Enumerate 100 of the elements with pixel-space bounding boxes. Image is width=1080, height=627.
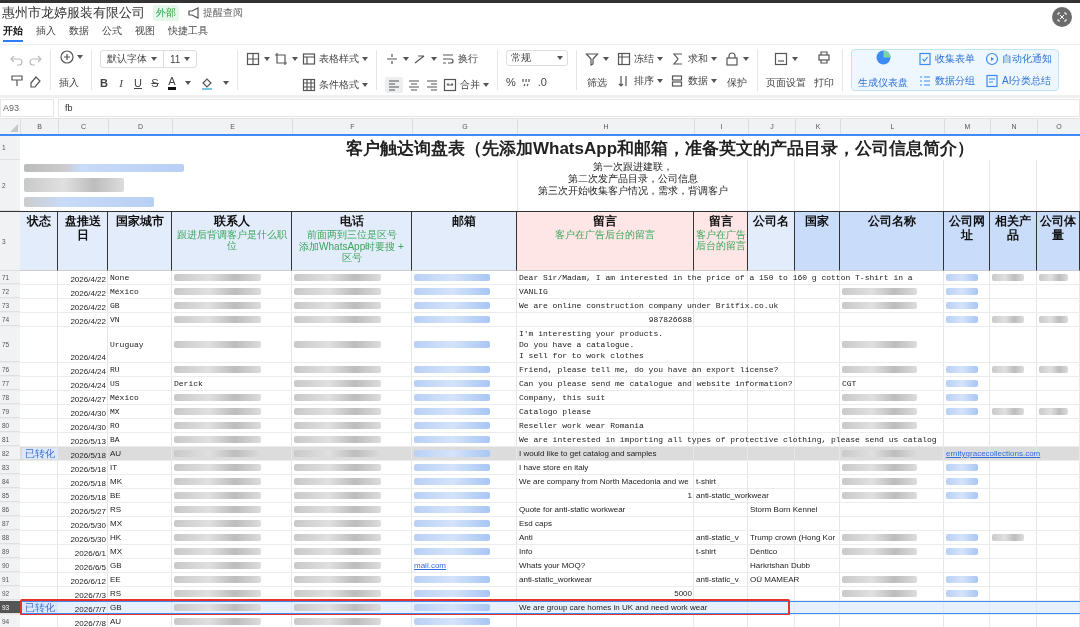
link[interactable]: ernitygracecollections.com bbox=[946, 449, 1041, 458]
pie-chart-icon bbox=[875, 50, 891, 65]
decimal-button[interactable]: .0 bbox=[537, 76, 547, 88]
date-text: 2026/5/18 bbox=[70, 465, 106, 474]
remind-button[interactable]: 提醒查阅 bbox=[187, 5, 243, 20]
number-format-dropdown[interactable]: 常规 bbox=[506, 50, 568, 66]
page-setup-button[interactable]: 页面设置 bbox=[766, 76, 806, 90]
conditional-format-button[interactable]: 条件格式 bbox=[302, 76, 368, 94]
external-badge: 外部 bbox=[153, 4, 179, 21]
scan-icon[interactable] bbox=[1052, 6, 1072, 27]
country-text: Uruguay bbox=[110, 340, 144, 349]
caret-icon bbox=[292, 57, 298, 61]
header-hint: 跟进后背调客户是什么职位 bbox=[175, 229, 288, 251]
insert-button[interactable]: 插入 bbox=[59, 76, 79, 90]
sum-button[interactable]: 求和 bbox=[671, 50, 717, 68]
country-text: IT bbox=[110, 463, 118, 472]
cell-text: Esd caps bbox=[519, 518, 552, 530]
date-text: 2026/5/18 bbox=[70, 479, 106, 488]
caret-icon bbox=[362, 57, 368, 61]
blurred-text bbox=[1039, 366, 1069, 373]
date-text: 2026/4/24 bbox=[70, 367, 106, 376]
blurred-text bbox=[1039, 408, 1069, 415]
wrap-text-button[interactable]: 换行 bbox=[441, 50, 478, 68]
date-text: 2026/4/22 bbox=[70, 303, 106, 312]
ribbon-tab[interactable]: 公式 bbox=[102, 22, 122, 42]
plus-circle-icon bbox=[59, 50, 75, 64]
cell-text: Quote for anti-static workwear bbox=[519, 504, 626, 516]
caret-icon bbox=[483, 83, 489, 87]
protect-button[interactable]: 保护 bbox=[727, 76, 747, 90]
freeze-button[interactable]: 冻结 bbox=[617, 50, 663, 68]
blurred-text bbox=[946, 590, 978, 597]
cell-text: Company, this suit bbox=[519, 392, 606, 404]
insert-dropdown[interactable] bbox=[59, 50, 83, 64]
caret-icon bbox=[362, 83, 368, 87]
merge-button[interactable]: 合并 bbox=[443, 76, 489, 94]
vertical-align-icon bbox=[385, 52, 399, 66]
ribbon-tab[interactable]: 快捷工具 bbox=[168, 22, 208, 42]
format-button[interactable]: I bbox=[117, 77, 125, 89]
formula-field[interactable]: fb bbox=[58, 99, 1080, 117]
date-text: 2026/4/30 bbox=[70, 409, 106, 418]
caret-icon bbox=[151, 57, 157, 61]
cell-text: Anti bbox=[519, 532, 533, 544]
header-hint: 客户在广告后台的留言 bbox=[695, 229, 746, 251]
country-text: BE bbox=[110, 491, 121, 500]
sum-icon bbox=[671, 52, 685, 66]
megaphone-icon bbox=[187, 5, 201, 20]
auto-notify-button[interactable]: 自动化通知 bbox=[985, 50, 1052, 68]
header-label: 邮箱 bbox=[452, 214, 476, 228]
cell-text: Reseller work wear Romania bbox=[519, 420, 644, 432]
header-label: 公司名 bbox=[753, 214, 789, 228]
ribbon-tab[interactable]: 插入 bbox=[36, 22, 56, 42]
data-button[interactable]: 数据 bbox=[671, 72, 717, 90]
country-text: GB bbox=[110, 561, 122, 570]
format-button[interactable]: A bbox=[168, 76, 176, 90]
name-box[interactable]: A93 bbox=[0, 99, 54, 117]
blurred-text bbox=[946, 464, 978, 471]
blurred-text bbox=[946, 478, 978, 485]
ribbon-tab[interactable]: 视图 bbox=[135, 22, 155, 42]
country-text: HK bbox=[110, 533, 122, 542]
blurred-text bbox=[946, 534, 978, 541]
font-dropdown[interactable]: 默认字体 bbox=[101, 51, 163, 67]
status-tag: 已转化 bbox=[22, 602, 58, 613]
country-text: AU bbox=[110, 617, 122, 626]
font-size-dropdown[interactable]: 11 bbox=[163, 51, 197, 67]
format-button[interactable]: S bbox=[151, 77, 159, 89]
form-icon bbox=[918, 52, 932, 66]
caret-icon bbox=[792, 57, 798, 61]
country-text: México bbox=[110, 287, 139, 296]
ai-summary-button[interactable]: AI分类总结 bbox=[985, 72, 1052, 90]
format-button[interactable]: U bbox=[134, 77, 142, 89]
sort-button[interactable]: 排序 bbox=[617, 72, 663, 90]
table-style-button[interactable]: 表格样式 bbox=[302, 50, 368, 68]
ribbon-tab[interactable]: 数据 bbox=[69, 22, 89, 42]
ribbon-tab[interactable]: 开始 bbox=[3, 22, 23, 42]
country-text: GB bbox=[110, 301, 120, 310]
note-text: 第二次发产品目录，公司信息 bbox=[568, 173, 698, 185]
blurred-text bbox=[946, 366, 978, 373]
caret-icon bbox=[223, 81, 229, 85]
header-hint: 添加WhatsApp时要搜 + 区号 bbox=[298, 241, 405, 263]
filter-button[interactable]: 筛选 bbox=[587, 76, 607, 90]
header-label: 公司体量 bbox=[1039, 214, 1077, 242]
header-label: 电话 bbox=[339, 214, 364, 228]
filter-icon bbox=[585, 52, 599, 66]
percent-button[interactable]: % bbox=[506, 76, 516, 88]
format-button[interactable]: B bbox=[100, 77, 108, 89]
print-button[interactable]: 打印 bbox=[814, 76, 834, 90]
cell-text: I'm interesting your products. Do you have a catalogue. I sell for to work clothes bbox=[519, 328, 664, 362]
dashboard-button[interactable]: 生成仪表盘 bbox=[858, 76, 908, 90]
data-group-button[interactable]: 数据分组 bbox=[918, 72, 975, 90]
link[interactable]: mail.com bbox=[414, 561, 446, 570]
cell-text: Déntico bbox=[750, 546, 778, 558]
date-text: 2026/4/30 bbox=[70, 423, 106, 432]
caret-icon bbox=[657, 79, 663, 83]
country-text: US bbox=[110, 379, 120, 388]
caret-icon bbox=[77, 55, 83, 59]
crop-icon bbox=[274, 52, 288, 66]
status-tag: 已转化 bbox=[22, 448, 58, 459]
collect-form-button[interactable]: 收集表单 bbox=[918, 50, 975, 68]
document-icon bbox=[985, 74, 999, 88]
date-text: 2026/5/30 bbox=[70, 535, 106, 544]
